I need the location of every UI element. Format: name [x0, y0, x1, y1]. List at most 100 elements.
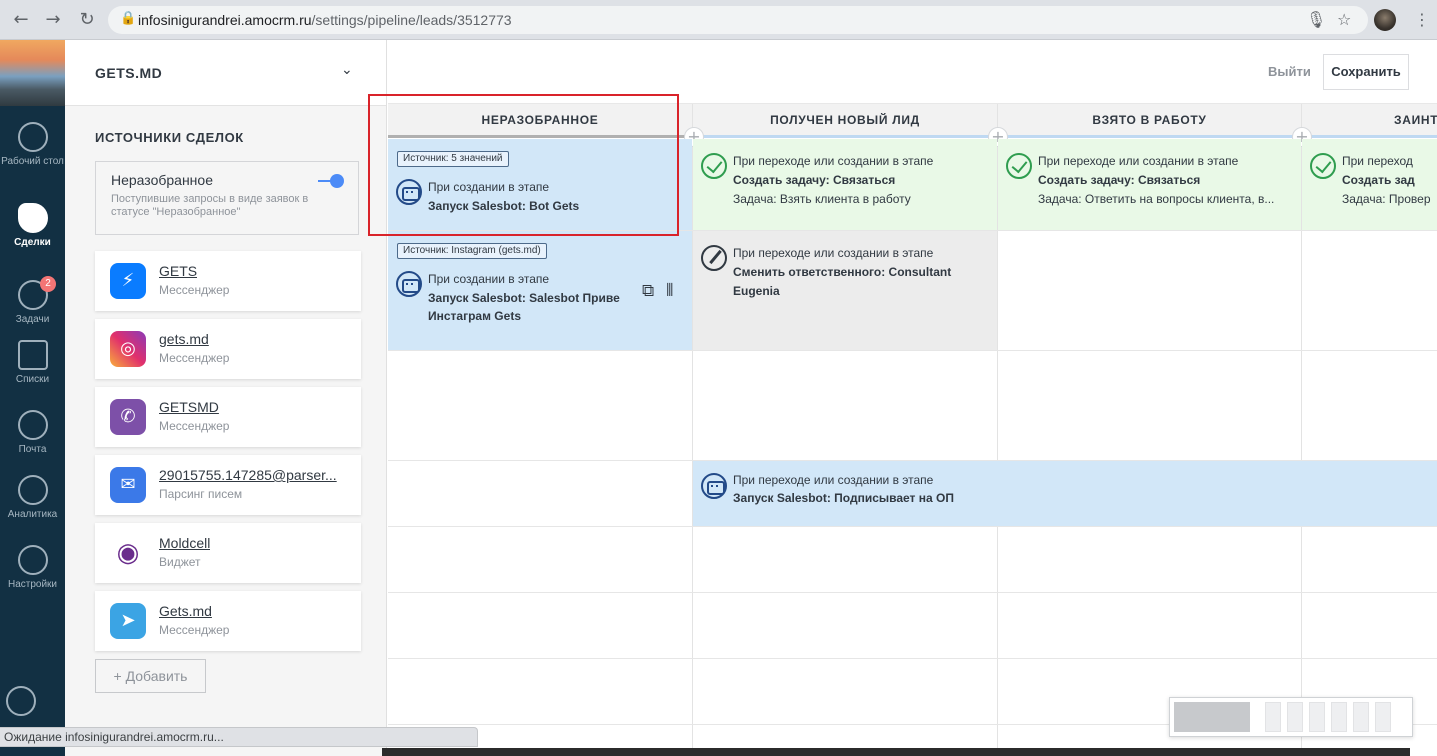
source-type: Виджет	[159, 555, 201, 569]
chat-icon[interactable]	[6, 686, 36, 716]
source-card[interactable]: ◉ Moldcell Виджет	[95, 523, 361, 583]
sidebar-item-dashboard[interactable]: Рабочий стол	[0, 122, 65, 167]
task-text: Задача: Взять клиента в работу	[733, 192, 911, 206]
stage-title: ЗАИНТ	[1394, 113, 1437, 127]
minimap-segment	[1353, 702, 1369, 732]
source-name[interactable]: GETS	[159, 263, 197, 279]
source-card[interactable]: ✆ GETSMD Мессенджер	[95, 387, 361, 447]
automation-cell[interactable]: При переход Создать зад Задача: Провер	[1302, 139, 1437, 230]
action-text-continued: Инстаграм Gets	[428, 309, 521, 323]
tasks-count-badge: 2	[40, 276, 56, 292]
stage-header: ПОЛУЧЕН НОВЫЙ ЛИД	[693, 104, 997, 138]
sidebar-item-label: Задачи	[15, 314, 50, 325]
sidebar-item-lists[interactable]: Списки	[0, 340, 65, 385]
check-circle-icon	[1310, 153, 1336, 179]
url-host: infosinigurandrei.amocrm.ru	[138, 12, 312, 28]
stage-color-line	[998, 135, 1301, 138]
bookmark-star-icon[interactable]: ☆	[1337, 10, 1351, 29]
check-circle-icon	[1006, 153, 1032, 179]
stage-header: ЗАИНТ	[1302, 104, 1437, 138]
profile-avatar[interactable]	[1374, 9, 1396, 31]
stage-color-line	[693, 135, 997, 138]
user-avatar-photo[interactable]	[0, 40, 65, 106]
bottom-dark-strip	[382, 748, 1410, 756]
sidebar-item-tasks[interactable]: 2 Задачи	[0, 276, 65, 325]
drag-handle-icon[interactable]: ⦀	[666, 281, 673, 301]
action-text: Запуск Salesbot: Подписывает на ОП	[733, 491, 954, 505]
source-type: Парсинг писем	[159, 487, 243, 501]
row-divider	[388, 526, 1437, 527]
minimap-segment	[1309, 702, 1325, 732]
forward-button[interactable]: →	[42, 9, 64, 31]
horizontal-scroll-minimap[interactable]	[1169, 697, 1413, 737]
task-text: Задача: Провер	[1342, 192, 1431, 206]
source-card[interactable]: ⚡ GETS Мессенджер	[95, 251, 361, 311]
wrench-icon	[17, 545, 48, 575]
reload-button[interactable]: ↻	[76, 9, 98, 31]
sources-title: ИСТОЧНИКИ СДЕЛОК	[95, 130, 244, 145]
action-text: Создать зад	[1342, 173, 1415, 187]
sidebar-item-label: Рабочий стол	[1, 156, 64, 167]
source-name[interactable]: 29015755.147285@parser...	[159, 467, 337, 483]
robot-icon	[396, 271, 422, 297]
dollar-icon	[17, 203, 48, 233]
pipeline-name[interactable]: GETS.MD	[95, 65, 162, 81]
source-name[interactable]: GETSMD	[159, 399, 219, 415]
analytics-icon	[17, 475, 48, 505]
minimap-segment	[1287, 702, 1303, 732]
trigger-text: При переход	[1342, 154, 1413, 168]
mail-icon	[17, 410, 48, 440]
stage-color-line	[1302, 135, 1437, 138]
pipeline-header: GETS.MD ⌄	[65, 40, 386, 106]
automation-cell[interactable]: При переходе или создании в этапе Запуск…	[693, 461, 1437, 526]
sidebar-item-settings[interactable]: Настройки	[0, 545, 65, 590]
minimap-segment	[1375, 702, 1391, 732]
add-source-button[interactable]: + Добавить	[95, 659, 206, 693]
unsorted-toggle[interactable]	[318, 174, 344, 188]
source-name[interactable]: Gets.md	[159, 603, 212, 619]
action-text: Сменить ответственного: Consultant	[733, 265, 952, 279]
highlight-box	[368, 94, 679, 236]
edit-pencil-icon	[701, 245, 727, 271]
mail-icon: ✉	[110, 467, 146, 503]
action-text: Запуск Salesbot: Salesbot Приве	[428, 291, 620, 305]
automation-cell[interactable]: При переходе или создании в этапе Создат…	[693, 139, 997, 230]
automation-cell[interactable]: При переходе или создании в этапе Сменит…	[693, 231, 997, 350]
sidebar-item-label: Настройки	[7, 579, 58, 590]
sidebar-item-deals[interactable]: Сделки	[0, 203, 65, 248]
row-divider	[388, 350, 1437, 351]
trigger-text: При переходе или создании в этапе	[733, 246, 934, 260]
url-text: infosinigurandrei.amocrm.ru/settings/pip…	[138, 12, 512, 28]
microphone-icon[interactable]: 🎙	[1306, 10, 1326, 29]
back-button[interactable]: ←	[10, 9, 32, 31]
copy-icon[interactable]: ⧉	[642, 281, 654, 301]
source-type: Мессенджер	[159, 351, 230, 365]
chevron-down-icon[interactable]: ⌄	[341, 62, 353, 78]
source-type: Мессенджер	[159, 623, 230, 637]
automation-cell[interactable]: При переходе или создании в этапе Создат…	[998, 139, 1301, 230]
source-filter-tag[interactable]: Источник: Instagram (gets.md)	[397, 243, 547, 259]
automation-cell[interactable]: Источник: Instagram (gets.md) При создан…	[388, 231, 692, 350]
sidebar-item-mail[interactable]: Почта	[0, 410, 65, 455]
source-name[interactable]: gets.md	[159, 331, 209, 347]
sidebar-item-label: Аналитика	[7, 509, 58, 520]
row-divider	[388, 658, 1437, 659]
source-card[interactable]: ✉ 29015755.147285@parser... Парсинг писе…	[95, 455, 361, 515]
minimap-thumb[interactable]	[1174, 702, 1250, 732]
logout-link[interactable]: Выйти	[1268, 64, 1311, 79]
source-card[interactable]: ➤ Gets.md Мессенджер	[95, 591, 361, 651]
source-card[interactable]: ◎ gets.md Мессенджер	[95, 319, 361, 379]
stage-title: ПОЛУЧЕН НОВЫЙ ЛИД	[770, 113, 920, 127]
address-bar[interactable]: 🔒 infosinigurandrei.amocrm.ru/settings/p…	[108, 6, 1368, 34]
instagram-icon: ◎	[110, 331, 146, 367]
action-text-continued: Eugenia	[733, 284, 780, 298]
moldcell-icon: ◉	[110, 535, 146, 571]
check-circle-icon	[701, 153, 727, 179]
source-name[interactable]: Moldcell	[159, 535, 210, 551]
unsorted-title: Неразобранное	[111, 172, 213, 188]
sidebar-item-analytics[interactable]: Аналитика	[0, 475, 65, 520]
task-text: Задача: Ответить на вопросы клиента, в..…	[1038, 192, 1275, 206]
browser-menu-icon[interactable]: ⋮	[1414, 10, 1430, 29]
save-button[interactable]: Сохранить	[1323, 54, 1409, 90]
telegram-icon: ➤	[110, 603, 146, 639]
